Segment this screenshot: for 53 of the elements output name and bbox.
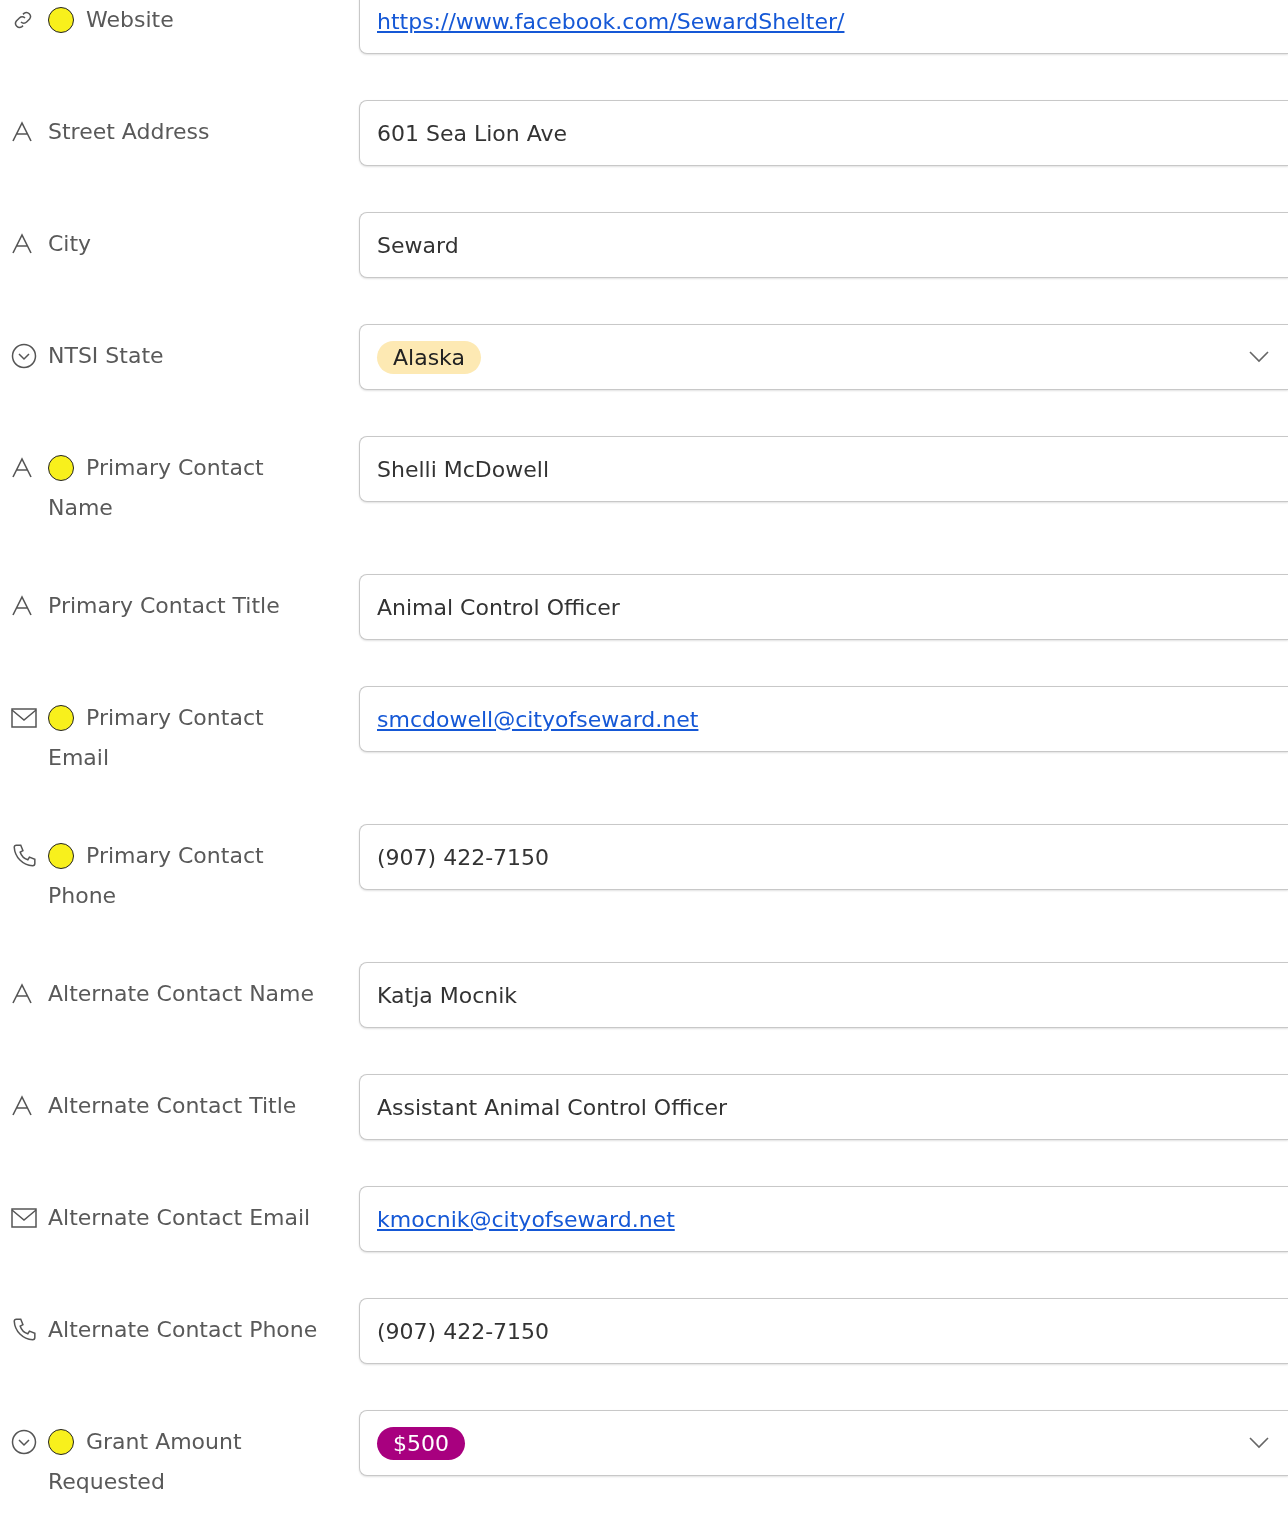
field-value: 601 Sea Lion Ave (377, 120, 568, 146)
input-field[interactable]: 601 Sea Lion Ave (359, 100, 1288, 166)
field-label: City (48, 231, 92, 256)
option-tag: Alaska (377, 340, 481, 374)
field-value: Katja Mocnik (377, 982, 518, 1008)
field-label: Alternate Contact Phone (48, 1317, 318, 1342)
input-field[interactable]: (907) 422-7150 (359, 824, 1288, 890)
select-field[interactable]: Alaska (359, 324, 1288, 390)
chevron-circle-icon (11, 343, 37, 369)
phone-icon (11, 1317, 37, 1343)
mail-icon (11, 1208, 37, 1228)
email-link[interactable]: kmocnik@cityofseward.net (377, 1206, 675, 1232)
field-label: Primary Contact Title (48, 593, 280, 618)
field-value: Shelli McDowell (377, 456, 549, 482)
text-icon (11, 1095, 33, 1117)
field-label: Primary Contact Phone (48, 843, 264, 908)
field-label: Alternate Contact Email (48, 1205, 311, 1230)
chevron-down-icon[interactable] (1249, 351, 1269, 363)
text-icon (11, 457, 33, 479)
website-link[interactable]: https://www.facebook.com/SewardShelter/ (377, 8, 845, 34)
input-field[interactable]: Shelli McDowell (359, 436, 1288, 502)
field-label: Alternate Contact Name (48, 981, 315, 1006)
email-link[interactable]: smcdowell@cityofseward.net (377, 706, 699, 732)
field-label: Alternate Contact Title (48, 1093, 297, 1118)
input-field[interactable]: smcdowell@cityofseward.net (359, 686, 1288, 752)
field-value: Assistant Animal Control Officer (377, 1094, 728, 1120)
option-tag: $500 (377, 1426, 465, 1460)
select-field[interactable]: $500 (359, 1410, 1288, 1476)
input-field[interactable]: Animal Control Officer (359, 574, 1288, 640)
text-icon (11, 121, 33, 143)
input-field[interactable]: Katja Mocnik (359, 962, 1288, 1028)
field-value: Animal Control Officer (377, 594, 620, 620)
input-field[interactable]: https://www.facebook.com/SewardShelter/ (359, 0, 1288, 54)
field-value: Seward (377, 232, 459, 258)
input-field[interactable]: Assistant Animal Control Officer (359, 1074, 1288, 1140)
field-label: Website (86, 7, 174, 32)
text-icon (11, 595, 33, 617)
field-label: Street Address (48, 119, 210, 144)
field-value: (907) 422-7150 (377, 844, 550, 870)
field-label: Primary Contact Email (48, 705, 264, 770)
chevron-circle-icon (11, 1429, 37, 1455)
input-field[interactable]: (907) 422-7150 (359, 1298, 1288, 1364)
input-field[interactable]: Seward (359, 212, 1288, 278)
text-icon (11, 233, 33, 255)
field-label: Primary Contact Name (48, 455, 264, 520)
input-field[interactable]: kmocnik@cityofseward.net (359, 1186, 1288, 1252)
mail-icon (11, 708, 37, 728)
field-label: Grant Amount Requested (48, 1429, 242, 1494)
text-icon (11, 983, 33, 1005)
field-label: NTSI State (48, 343, 164, 368)
field-value: (907) 422-7150 (377, 1318, 550, 1344)
phone-icon (11, 843, 37, 869)
chevron-down-icon[interactable] (1249, 1437, 1269, 1449)
